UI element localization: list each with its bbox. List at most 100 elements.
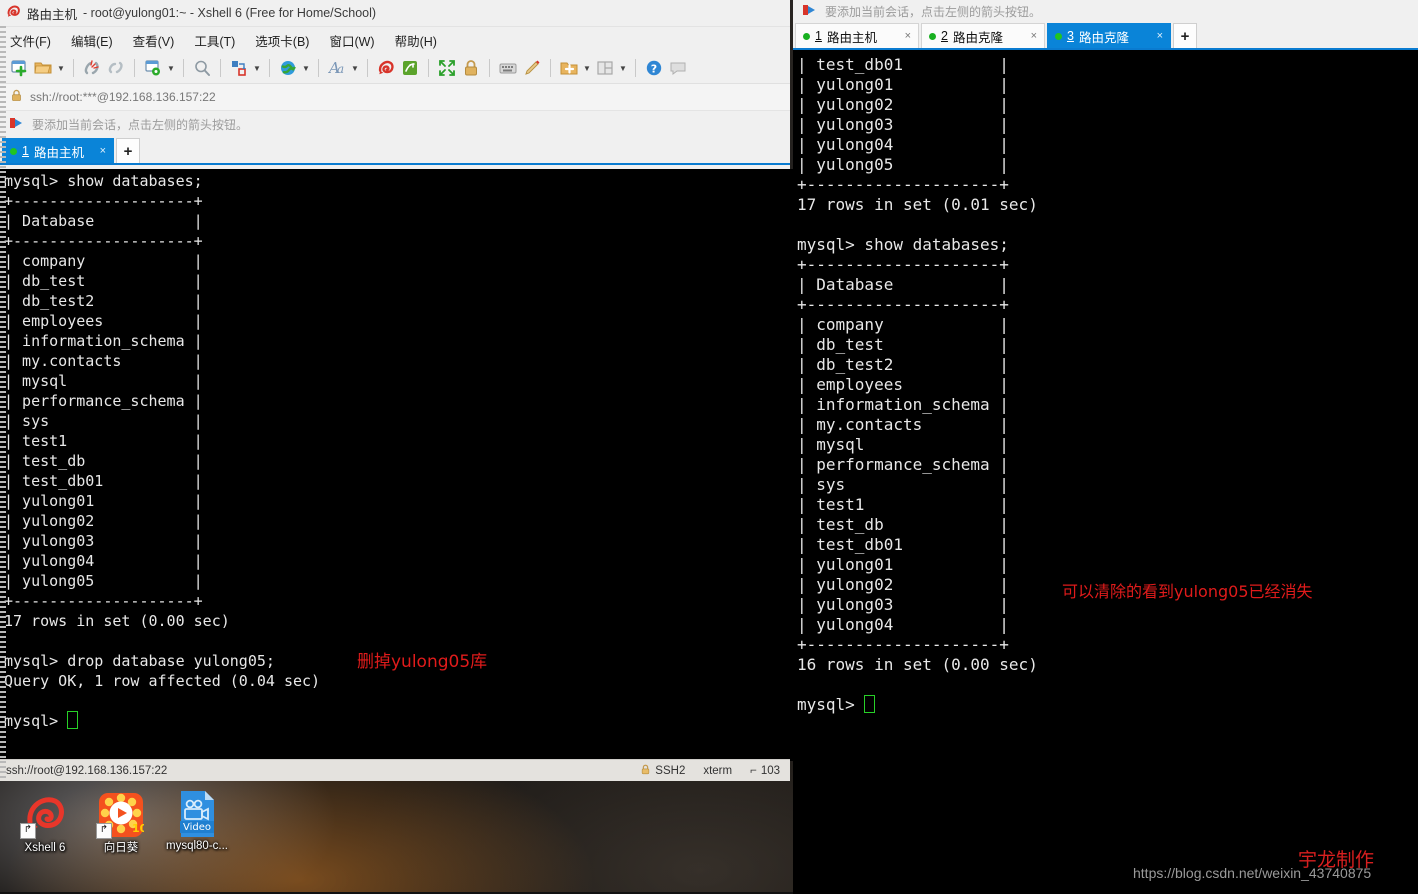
desktop-icon-sunflower[interactable]: 10 ↱ 向日葵: [82, 792, 160, 855]
new-tab-button[interactable]: +: [116, 138, 140, 163]
close-icon[interactable]: ×: [94, 145, 106, 157]
session-address-bar[interactable]: ssh://root:***@192.168.136.157:22: [0, 84, 790, 111]
red-arrow-icon: [10, 117, 24, 132]
terminal-line: | yulong05 |: [797, 155, 1009, 174]
font-icon[interactable]: A a: [326, 57, 348, 79]
menu-edit[interactable]: 编辑(E): [61, 28, 123, 53]
resize-icon: ⌐: [750, 764, 757, 777]
terminal-line: | Database |: [4, 212, 203, 230]
tab-3-routing-clone[interactable]: 3 路由克隆 ×: [1047, 23, 1171, 48]
toolbar[interactable]: ▼ ▼ ▼ ▼ A a ▼ ▼ ▼ ?: [0, 53, 790, 84]
highlight-pen-icon[interactable]: [521, 57, 543, 79]
transfer-icon[interactable]: [228, 57, 250, 79]
new-tab-button[interactable]: +: [1173, 23, 1197, 48]
svg-text:a: a: [337, 62, 344, 76]
left-terminal[interactable]: mysql> show databases; +-----------------…: [0, 169, 794, 761]
close-icon[interactable]: ×: [1025, 30, 1037, 42]
terminal-line: | employees |: [797, 375, 1009, 394]
terminal-cursor: [864, 695, 876, 713]
xshell-icon[interactable]: [375, 57, 397, 79]
right-terminal[interactable]: | test_db01 | | yulong01 | | yulong02 | | y…: [793, 50, 1418, 894]
add-session-notice: 要添加当前会话，点击左侧的箭头按钮。: [0, 111, 790, 137]
keyboard-icon[interactable]: [497, 57, 519, 79]
xshell-window-left[interactable]: 路由主机 - root@yulong01:~ - Xshell 6 (Free …: [0, 0, 794, 781]
comment-icon[interactable]: [667, 57, 689, 79]
terminal-line: | Database |: [797, 275, 1009, 294]
find-icon[interactable]: [191, 57, 213, 79]
right-tabstrip[interactable]: 1 路由主机 × 2 路由克隆 × 3 路由克隆 × +: [793, 22, 1418, 50]
tab-1-routing-host[interactable]: 1 路由主机 ×: [795, 23, 919, 48]
add-folder-icon[interactable]: [558, 57, 580, 79]
shortcut-arrow-icon: ↱: [96, 823, 112, 839]
status-size-label: 103: [760, 764, 780, 777]
terminal-line: | yulong03 |: [4, 532, 203, 550]
terminal-line: | yulong04 |: [4, 552, 203, 570]
lock-icon[interactable]: [460, 57, 482, 79]
left-tabstrip[interactable]: 1 路由主机 × +: [0, 137, 790, 165]
terminal-line: | yulong02 |: [797, 95, 1009, 114]
xftp-icon[interactable]: [399, 57, 421, 79]
close-icon[interactable]: ×: [1151, 30, 1163, 42]
tab-1-routing-host[interactable]: 1 路由主机 ×: [2, 138, 114, 163]
toolbar-separator: [73, 59, 74, 77]
fullscreen-icon[interactable]: [436, 57, 458, 79]
menu-window[interactable]: 窗口(W): [319, 28, 384, 53]
close-icon[interactable]: ×: [899, 30, 911, 42]
terminal-line: mysql>: [4, 711, 794, 731]
open-folder-icon[interactable]: [32, 57, 54, 79]
terminal-line: | test_db |: [797, 515, 1009, 534]
terminal-line: | employees |: [4, 312, 203, 330]
xshell-window-right[interactable]: 要添加当前会话，点击左侧的箭头按钮。 1 路由主机 × 2 路由克隆 × 3 路…: [793, 0, 1418, 894]
help-icon[interactable]: ?: [643, 57, 665, 79]
terminal-line: | sys |: [797, 475, 1009, 494]
lock-icon: [10, 89, 23, 105]
terminal-line: | test1 |: [797, 495, 1009, 514]
toolbar-separator: [318, 59, 319, 77]
layout-icon[interactable]: [594, 57, 616, 79]
link-icon[interactable]: [105, 57, 127, 79]
menu-view[interactable]: 查看(V): [123, 28, 185, 53]
menu-help[interactable]: 帮助(H): [385, 28, 447, 53]
left-window-titlebar[interactable]: 路由主机 - root@yulong01:~ - Xshell 6 (Free …: [0, 0, 790, 26]
terminal-line: | yulong01 |: [797, 75, 1009, 94]
menu-tabs[interactable]: 选项卡(B): [245, 28, 319, 53]
terminal-cursor: [67, 711, 79, 729]
toolbar-separator: [550, 59, 551, 77]
terminal-line: Query OK, 1 row affected (0.04 sec): [4, 672, 321, 690]
disconnect-icon[interactable]: [81, 57, 103, 79]
open-dropdown-caret[interactable]: ▼: [56, 64, 66, 73]
font-dropdown-caret[interactable]: ▼: [350, 64, 360, 73]
globe-dropdown-caret[interactable]: ▼: [301, 64, 311, 73]
toolbar-separator: [428, 59, 429, 77]
terminal-line: mysql>: [797, 692, 1418, 714]
toolbar-drag-handle[interactable]: [0, 26, 6, 781]
properties-dropdown-caret[interactable]: ▼: [166, 64, 176, 73]
new-session-icon[interactable]: [8, 57, 30, 79]
toolbar-separator: [220, 59, 221, 77]
add-folder-dropdown-caret[interactable]: ▼: [582, 64, 592, 73]
desktop-icon-label: 向日葵: [103, 842, 139, 854]
menu-file[interactable]: 文件(F): [0, 28, 61, 53]
layout-dropdown-caret[interactable]: ▼: [618, 64, 628, 73]
session-properties-icon[interactable]: [142, 57, 164, 79]
terminal-line: | yulong03 |: [797, 115, 1009, 134]
desktop-icon-mysql80-video[interactable]: Video mysql80-c...: [158, 790, 236, 853]
transfer-dropdown-caret[interactable]: ▼: [252, 64, 262, 73]
status-ssh-label: SSH2: [655, 764, 686, 777]
terminal-line: +--------------------+: [797, 635, 1009, 654]
terminal-line: | company |: [797, 315, 1009, 334]
toolbar-separator: [489, 59, 490, 77]
menubar[interactable]: 文件(F) 编辑(E) 查看(V) 工具(T) 选项卡(B) 窗口(W) 帮助(…: [0, 26, 790, 53]
menu-tools[interactable]: 工具(T): [184, 28, 245, 53]
terminal-line: | performance_schema |: [797, 455, 1009, 474]
terminal-line: | yulong04 |: [797, 615, 1009, 634]
tab-number: 2: [941, 29, 948, 43]
terminal-line: 16 rows in set (0.00 sec): [797, 655, 1038, 674]
desktop-icon-xshell[interactable]: ↱ Xshell 6: [6, 792, 84, 855]
tab-2-routing-clone[interactable]: 2 路由克隆 ×: [921, 23, 1045, 48]
xshell-app-icon: ↱: [20, 792, 68, 839]
globe-icon[interactable]: [277, 57, 299, 79]
terminal-line: | mysql |: [4, 372, 203, 390]
terminal-line: | information_schema |: [797, 395, 1009, 414]
